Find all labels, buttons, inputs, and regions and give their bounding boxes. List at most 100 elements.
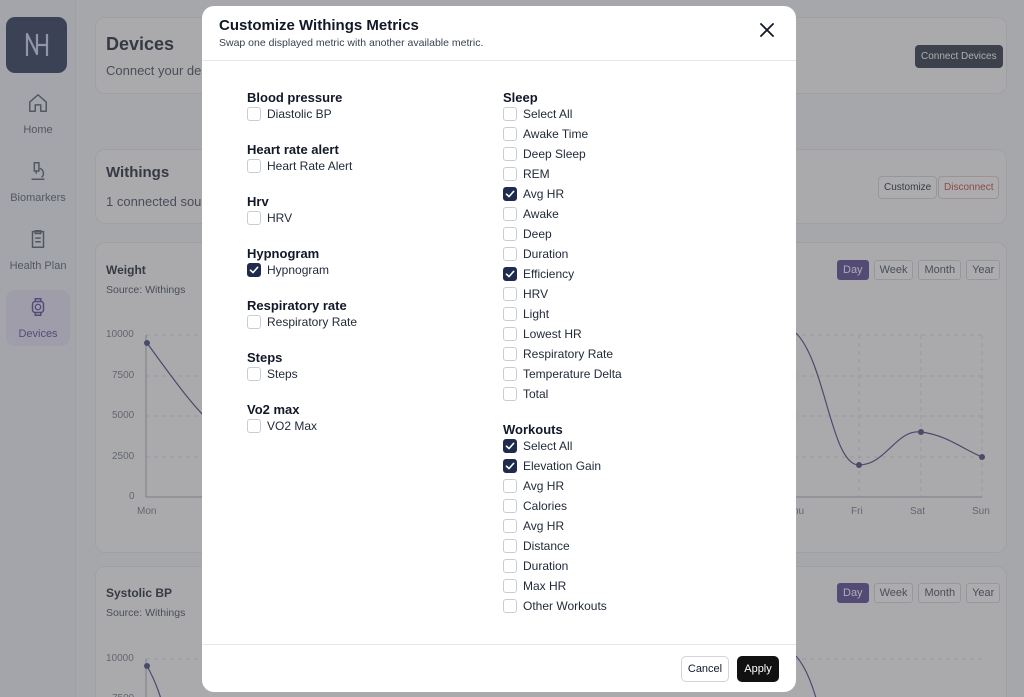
- metric-option-label: HRV: [267, 211, 293, 225]
- metric-option-sleep-duration[interactable]: Duration: [503, 246, 568, 262]
- group-title-steps: Steps: [247, 350, 283, 365]
- metric-option-sleep-efficiency[interactable]: Efficiency: [503, 266, 574, 282]
- group-title-respiratory-rate: Respiratory rate: [247, 298, 347, 313]
- group-title-heart-rate-alert: Heart rate alert: [247, 142, 339, 157]
- modal-title: Customize Withings Metrics: [219, 17, 419, 34]
- checkbox[interactable]: [503, 267, 517, 281]
- metric-option-sleep-awake[interactable]: Awake: [503, 206, 559, 222]
- checkbox[interactable]: [503, 107, 517, 121]
- metric-option-label: Duration: [523, 559, 569, 573]
- metric-option-sleep-hrv[interactable]: HRV: [503, 286, 548, 302]
- metric-option-workouts-select-all[interactable]: Select All: [503, 438, 572, 454]
- apply-button[interactable]: Apply: [737, 656, 779, 682]
- checkbox[interactable]: [503, 307, 517, 321]
- checkbox[interactable]: [503, 347, 517, 361]
- metric-option-sleep-temperature-delta[interactable]: Temperature Delta: [503, 366, 622, 382]
- metric-option-sleep-rem[interactable]: REM: [503, 166, 550, 182]
- metric-option-hypnogram-hypnogram[interactable]: Hypnogram: [247, 262, 329, 278]
- checkbox[interactable]: [503, 367, 517, 381]
- metric-option-label: Avg HR: [523, 519, 565, 533]
- modal-header: Customize Withings Metrics Swap one disp…: [202, 6, 796, 61]
- metric-option-workouts-duration[interactable]: Duration: [503, 558, 568, 574]
- checkbox[interactable]: [503, 147, 517, 161]
- metric-option-label: Total: [523, 387, 549, 401]
- metric-option-label: Other Workouts: [523, 599, 607, 613]
- metric-option-sleep-deep[interactable]: Deep: [503, 226, 552, 242]
- metric-option-label: Lowest HR: [523, 327, 582, 341]
- metric-option-label: Avg HR: [523, 187, 565, 201]
- checkbox[interactable]: [503, 459, 517, 473]
- modal-subtitle: Swap one displayed metric with another a…: [219, 37, 484, 49]
- checkbox[interactable]: [247, 315, 261, 329]
- metric-option-label: Light: [523, 307, 550, 321]
- metric-option-steps-steps[interactable]: Steps: [247, 366, 298, 382]
- metric-option-workouts-max-hr[interactable]: Max HR: [503, 578, 566, 594]
- checkbox[interactable]: [503, 579, 517, 593]
- metric-option-sleep-deep-sleep[interactable]: Deep Sleep: [503, 146, 586, 162]
- checkbox[interactable]: [247, 419, 261, 433]
- metric-option-workouts-distance[interactable]: Distance: [503, 538, 570, 554]
- metric-option-label: HRV: [523, 287, 549, 301]
- close-button[interactable]: [755, 18, 779, 42]
- metric-option-label: Temperature Delta: [523, 367, 622, 381]
- group-title-sleep: Sleep: [503, 90, 538, 105]
- checkbox[interactable]: [503, 539, 517, 553]
- checkbox[interactable]: [247, 107, 261, 121]
- metric-option-label: Diastolic BP: [267, 107, 332, 121]
- metric-option-label: VO2 Max: [267, 419, 318, 433]
- check-icon: [505, 462, 515, 470]
- metric-option-sleep-avg-hr[interactable]: Avg HR: [503, 186, 564, 202]
- metric-option-sleep-select-all[interactable]: Select All: [503, 106, 572, 122]
- checkbox[interactable]: [503, 167, 517, 181]
- metric-option-workouts-avg-hr[interactable]: Avg HR: [503, 478, 564, 494]
- checkbox[interactable]: [503, 207, 517, 221]
- customize-metrics-modal: Customize Withings Metrics Swap one disp…: [202, 6, 796, 692]
- metric-option-label: Hypnogram: [267, 263, 330, 277]
- metric-option-vo2-max-vo2-max[interactable]: VO2 Max: [247, 418, 317, 434]
- checkbox[interactable]: [503, 227, 517, 241]
- group-title-hypnogram: Hypnogram: [247, 246, 320, 261]
- metric-option-label: Max HR: [523, 579, 567, 593]
- close-icon: [760, 23, 774, 37]
- metric-option-sleep-awake-time[interactable]: Awake Time: [503, 126, 588, 142]
- checkbox[interactable]: [503, 439, 517, 453]
- metric-option-respiratory-rate-respiratory-rate[interactable]: Respiratory Rate: [247, 314, 357, 330]
- checkbox[interactable]: [503, 559, 517, 573]
- checkbox[interactable]: [503, 287, 517, 301]
- metric-option-label: Heart Rate Alert: [267, 159, 353, 173]
- checkbox[interactable]: [503, 187, 517, 201]
- cancel-button[interactable]: Cancel: [681, 656, 729, 682]
- checkbox[interactable]: [503, 327, 517, 341]
- metric-option-sleep-light[interactable]: Light: [503, 306, 549, 322]
- check-icon: [249, 266, 259, 274]
- metric-option-workouts-other-workouts[interactable]: Other Workouts: [503, 598, 607, 614]
- checkbox[interactable]: [247, 263, 261, 277]
- group-title-vo2-max: Vo2 max: [247, 402, 300, 417]
- metric-option-sleep-lowest-hr[interactable]: Lowest HR: [503, 326, 582, 342]
- metric-option-workouts-elevation-gain[interactable]: Elevation Gain: [503, 458, 601, 474]
- metric-option-heart-rate-alert-heart-rate-alert[interactable]: Heart Rate Alert: [247, 158, 352, 174]
- metric-option-label: Elevation Gain: [523, 459, 602, 473]
- checkbox[interactable]: [247, 159, 261, 173]
- metric-option-label: Avg HR: [523, 479, 565, 493]
- modal-footer: Cancel Apply: [202, 644, 796, 692]
- metric-option-workouts-avg-hr[interactable]: Avg HR: [503, 518, 564, 534]
- metric-option-blood-pressure-diastolic-bp[interactable]: Diastolic BP: [247, 106, 332, 122]
- checkbox[interactable]: [503, 599, 517, 613]
- checkbox[interactable]: [247, 211, 261, 225]
- checkbox[interactable]: [247, 367, 261, 381]
- checkbox[interactable]: [503, 479, 517, 493]
- checkbox[interactable]: [503, 499, 517, 513]
- checkbox[interactable]: [503, 247, 517, 261]
- metric-option-sleep-respiratory-rate[interactable]: Respiratory Rate: [503, 346, 613, 362]
- checkbox[interactable]: [503, 127, 517, 141]
- checkbox[interactable]: [503, 519, 517, 533]
- metric-option-label: Efficiency: [523, 267, 575, 281]
- metric-option-label: Awake Time: [523, 127, 589, 141]
- metric-option-sleep-total[interactable]: Total: [503, 386, 548, 402]
- metric-option-workouts-calories[interactable]: Calories: [503, 498, 567, 514]
- metric-option-hrv-hrv[interactable]: HRV: [247, 210, 292, 226]
- group-title-hrv: Hrv: [247, 194, 269, 209]
- checkbox[interactable]: [503, 387, 517, 401]
- metric-option-label: Respiratory Rate: [523, 347, 614, 361]
